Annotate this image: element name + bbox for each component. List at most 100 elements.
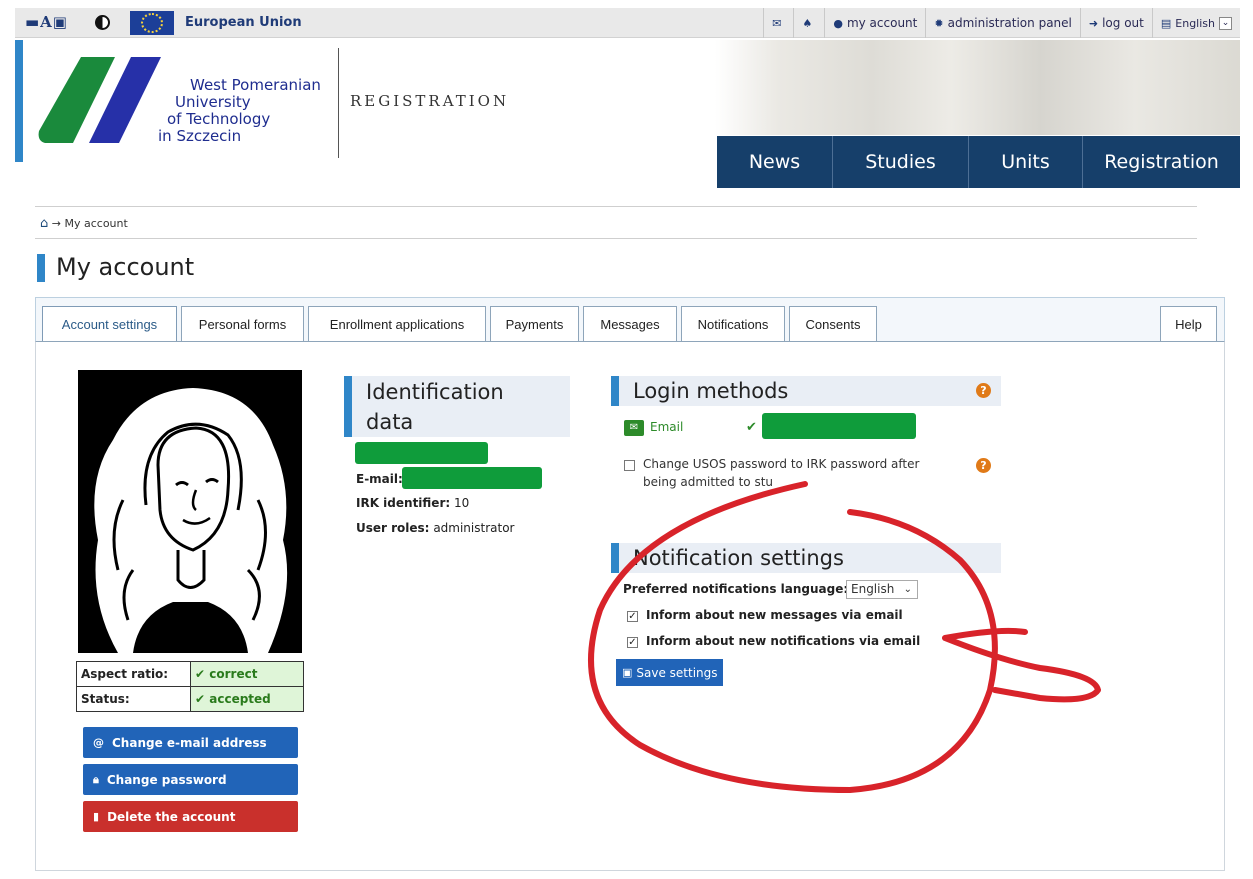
irk-row: IRK identifier: 10	[356, 496, 469, 510]
messages-link[interactable]: ✉	[763, 8, 793, 38]
save-settings-label: Save settings	[636, 665, 718, 680]
aspect-ratio-value: ✔ correct	[190, 661, 304, 687]
bell-icon: ♠	[802, 16, 813, 30]
chevron-down-icon: ⌄	[903, 584, 912, 595]
change-password-checkbox[interactable]	[624, 460, 635, 471]
notifications-email-checkbox[interactable]: ✓	[627, 637, 638, 648]
admin-panel-link[interactable]: ✹ administration panel	[925, 8, 1080, 38]
profile-photo[interactable]	[78, 370, 302, 653]
irk-value: 10	[454, 496, 470, 510]
trash-icon: ▮	[93, 810, 100, 823]
tab-consents[interactable]: Consents	[789, 306, 877, 342]
breadcrumb: ⌂ → My account	[40, 216, 128, 231]
status-text: accepted	[209, 692, 271, 706]
site-header: West Pomeranian University of Technology…	[15, 40, 1240, 188]
notification-settings-header: Notification settings	[611, 543, 1001, 573]
nav-units[interactable]: Units	[969, 136, 1083, 188]
logout-link[interactable]: ➜ log out	[1079, 8, 1152, 38]
breadcrumb-arrow-icon: →	[51, 217, 61, 230]
header-background-photo	[715, 40, 1240, 135]
delete-account-button[interactable]: ▮ Delete the account	[83, 801, 298, 832]
tab-notifications[interactable]: Notifications	[681, 306, 785, 342]
change-email-label: Change e-mail address	[112, 735, 267, 750]
tab-account-settings[interactable]: Account settings	[42, 306, 177, 342]
user-icon: ●	[833, 16, 843, 30]
notifications-link[interactable]: ♠	[793, 8, 824, 38]
notification-language-select[interactable]: English ⌄	[846, 580, 918, 599]
my-account-label: my account	[846, 16, 918, 30]
top-bar: ▬A▣ European Union ✉ ♠ ● my account ✹ ad…	[15, 8, 1240, 38]
table-row: Aspect ratio: ✔ correct	[76, 661, 304, 687]
messages-email-label: Inform about new messages via email	[646, 608, 903, 622]
status-value: ✔ accepted	[190, 686, 304, 712]
tab-personal-forms[interactable]: Personal forms	[181, 306, 304, 342]
envelope-icon: ✉	[624, 420, 644, 436]
font-size-controls[interactable]: ▬A▣	[25, 13, 68, 31]
breadcrumb-divider	[35, 206, 1197, 207]
check-icon: ✔	[195, 667, 206, 681]
notification-settings-title: Notification settings	[633, 546, 844, 570]
status-label: Status:	[76, 686, 191, 712]
lock-icon: 🔒︎	[93, 772, 99, 786]
nav-news[interactable]: News	[717, 136, 833, 188]
roles-row: User roles: administrator	[356, 521, 514, 535]
uni-name-line: West Pomeranian	[190, 76, 321, 94]
at-icon: @	[93, 736, 104, 749]
email-label: E-mail:	[356, 472, 403, 486]
header-subtitle: REGISTRATION	[350, 92, 510, 110]
help-icon[interactable]: ?	[976, 383, 991, 398]
delete-account-label: Delete the account	[107, 809, 236, 824]
contrast-icon[interactable]	[95, 15, 110, 30]
change-email-button[interactable]: @ Change e-mail address	[83, 727, 298, 758]
breadcrumb-current: My account	[64, 217, 128, 230]
change-password-button[interactable]: 🔒︎ Change password	[83, 764, 298, 795]
title-accent	[37, 254, 45, 282]
roles-value: administrator	[433, 521, 515, 535]
identification-title: Identification	[366, 380, 504, 404]
notifications-email-label: Inform about new notifications via email	[646, 634, 921, 648]
roles-label: User roles:	[356, 521, 430, 535]
login-methods-title: Login methods	[633, 379, 789, 403]
identification-title: data	[366, 410, 414, 434]
university-logo[interactable]	[33, 55, 163, 145]
change-password-label: Change password	[106, 772, 227, 787]
save-settings-button[interactable]: ▣ Save settings	[616, 659, 723, 686]
change-password-option-line: being admitted to stu	[643, 475, 774, 489]
check-icon: ✔	[195, 692, 206, 706]
eu-flag-icon	[130, 11, 174, 35]
nav-studies[interactable]: Studies	[833, 136, 969, 188]
home-icon[interactable]: ⌂	[40, 216, 48, 231]
my-account-link[interactable]: ● my account	[824, 8, 925, 38]
check-icon: ✔	[746, 420, 757, 435]
redacted-email	[402, 467, 542, 489]
logout-label: log out	[1102, 16, 1144, 30]
nav-registration[interactable]: Registration	[1083, 136, 1240, 188]
eu-label: European Union	[185, 15, 302, 30]
page-title: My account	[56, 253, 195, 281]
uni-name-line: University	[175, 93, 251, 111]
redacted-login-email	[762, 413, 916, 439]
breadcrumb-divider	[35, 238, 1197, 239]
uni-name-line: in Szczecin	[158, 127, 242, 145]
redacted-name	[355, 442, 488, 464]
chevron-down-icon: ⌄	[1219, 16, 1232, 30]
section-accent	[611, 376, 619, 406]
identification-header: Identification data	[344, 376, 570, 437]
section-accent	[611, 543, 619, 573]
login-methods-header: Login methods	[611, 376, 1001, 406]
admin-panel-label: administration panel	[947, 16, 1072, 30]
email-row: E-mail:	[356, 472, 403, 486]
tab-help[interactable]: Help	[1160, 306, 1217, 342]
aspect-ratio-label: Aspect ratio:	[76, 661, 191, 687]
help-icon[interactable]: ?	[976, 458, 991, 473]
tab-messages[interactable]: Messages	[583, 306, 677, 342]
tab-payments[interactable]: Payments	[490, 306, 579, 342]
top-bar-links: ✉ ♠ ● my account ✹ administration panel …	[763, 8, 1240, 38]
language-icon: ▤	[1160, 16, 1172, 30]
table-row: Status: ✔ accepted	[76, 686, 304, 712]
messages-email-checkbox[interactable]: ✓	[627, 611, 638, 622]
header-separator	[338, 48, 339, 158]
irk-label: IRK identifier:	[356, 496, 451, 510]
tab-enrollment-applications[interactable]: Enrollment applications	[308, 306, 486, 342]
language-select[interactable]: ▤ English ⌄	[1151, 8, 1240, 38]
